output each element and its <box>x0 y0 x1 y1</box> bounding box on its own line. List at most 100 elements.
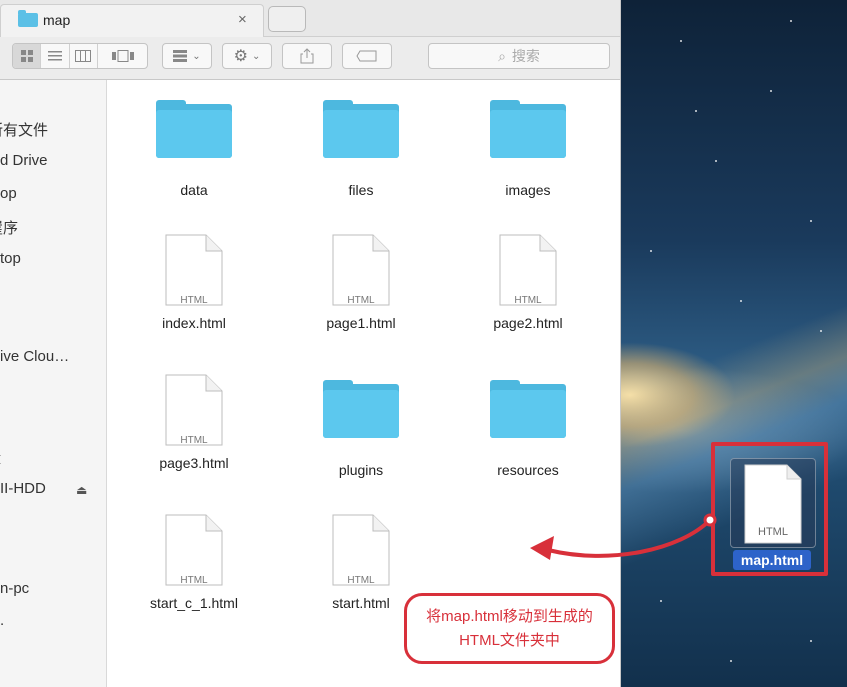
html-file-icon: HTML <box>164 233 224 307</box>
share-icon <box>300 48 314 64</box>
sidebar-item-label: . <box>0 612 5 629</box>
arrow-annotation <box>530 513 717 560</box>
sidebar-item-label: 崖序 <box>0 220 19 237</box>
star <box>770 90 772 92</box>
sidebar-item-label: II-HDD <box>0 480 46 497</box>
new-tab-button[interactable] <box>268 6 306 32</box>
folder-item-files[interactable]: files <box>291 100 431 198</box>
action-button[interactable]: ⚙ ⌄ <box>222 43 272 69</box>
sidebar-item-hdd[interactable]: II-HDD <box>0 480 46 497</box>
tag-icon <box>356 50 377 62</box>
sidebar-item-all-files[interactable]: 所有文件 <box>0 119 48 140</box>
folder-item-data[interactable]: data <box>124 100 264 198</box>
file-name: files <box>348 182 374 198</box>
chevron-down-icon: ⌄ <box>251 50 261 62</box>
file-name: page3.html <box>159 455 229 471</box>
html-file-icon: HTML <box>164 513 224 587</box>
file-name: plugins <box>338 462 384 478</box>
desktop-background <box>620 0 847 687</box>
sidebar-item-disk[interactable]: 盘 <box>0 447 1 468</box>
html-file-icon: HTML <box>164 373 224 447</box>
star <box>790 20 792 22</box>
folder-item-resources[interactable]: resources <box>458 380 598 478</box>
star <box>660 600 662 602</box>
sidebar-item-label: op <box>0 185 17 202</box>
star <box>740 300 742 302</box>
sidebar-item-more[interactable]: . <box>0 612 4 629</box>
toolbar: ⌄ ⚙ ⌄ ⌕ 搜索 <box>0 37 620 80</box>
search-placeholder: 搜索 <box>511 48 540 64</box>
html-file-icon: HTML <box>498 233 558 307</box>
finder-window: map × ⌄ ⚙ ⌄ ⌕ 搜索 有文件 d Drive op 序 top iv… <box>0 0 621 687</box>
file-item-start-c-1-html[interactable]: HTML start_c_1.html <box>124 513 264 611</box>
file-item-page3-html[interactable]: HTML page3.html <box>124 373 264 471</box>
html-badge: HTML <box>514 295 542 306</box>
file-name: start_c_1.html <box>150 595 238 611</box>
search-icon: ⌕ <box>498 47 506 64</box>
sidebar-item-desktop[interactable]: op <box>0 185 17 202</box>
sidebar-item-label: ive Clou… <box>0 348 70 365</box>
folder-icon <box>490 380 566 438</box>
star <box>820 330 822 332</box>
file-item-index-html[interactable]: HTML index.html <box>124 233 264 331</box>
html-badge: HTML <box>180 435 208 446</box>
html-badge: HTML <box>347 295 375 306</box>
annotation-callout: 将map.html移动到生成的HTML文件夹中 <box>404 593 615 664</box>
html-file-icon: HTML <box>331 233 391 307</box>
close-icon[interactable]: × <box>238 11 247 28</box>
file-name: resources <box>497 462 559 478</box>
star <box>650 250 652 252</box>
list-view-icon[interactable] <box>41 44 70 68</box>
star <box>810 640 812 642</box>
sidebar-item-label: n-pc <box>0 580 30 597</box>
file-name: page1.html <box>326 315 396 331</box>
view-mode-group <box>12 43 148 69</box>
folder-item-plugins[interactable]: plugins <box>291 380 431 478</box>
tab-map[interactable]: map × <box>0 4 264 37</box>
star <box>715 160 717 162</box>
icon-view-icon[interactable] <box>13 44 42 68</box>
tab-title: map <box>43 12 71 28</box>
star <box>680 40 682 42</box>
folder-icon <box>490 100 566 158</box>
sidebar-item-drive[interactable]: d Drive <box>0 152 48 169</box>
sidebar-item-applications[interactable]: 崖序 <box>0 217 18 238</box>
sidebar-item-laptop[interactable]: top <box>0 250 21 267</box>
arrange-button[interactable]: ⌄ <box>162 43 212 69</box>
folder-icon <box>323 100 399 158</box>
html-file-icon: HTML <box>331 513 391 587</box>
html-badge: HTML <box>180 575 208 586</box>
chevron-down-icon: ⌄ <box>192 50 201 62</box>
sidebar-item-pc[interactable]: n-pc <box>0 580 29 597</box>
column-view-icon[interactable] <box>70 44 99 68</box>
sidebar-item-icloud-drive[interactable]: ive Clou… <box>0 348 69 365</box>
tags-button[interactable] <box>342 43 392 69</box>
sidebar: 所有文件 d Drive op 崖序 top ive Clou… 盘 II-HD… <box>0 80 107 687</box>
sidebar-item-label: top <box>0 250 21 267</box>
folder-icon <box>156 100 232 158</box>
html-badge: HTML <box>347 575 375 586</box>
file-item-page2-html[interactable]: HTML page2.html <box>458 233 598 331</box>
star <box>695 110 697 112</box>
search-field[interactable]: ⌕ 搜索 <box>428 43 610 69</box>
file-name: index.html <box>162 315 226 331</box>
cover-flow-icon[interactable] <box>98 44 147 68</box>
file-name: data <box>180 182 208 198</box>
star <box>730 660 732 662</box>
file-item-page1-html[interactable]: HTML page1.html <box>291 233 431 331</box>
sidebar-item-label: d Drive <box>0 152 48 169</box>
gear-icon: ⚙ <box>233 48 248 65</box>
file-name: page2.html <box>493 315 563 331</box>
tab-bar: map × <box>0 0 620 37</box>
sidebar-item-label: 盘 <box>0 450 1 467</box>
html-badge: HTML <box>180 295 208 306</box>
folder-item-images[interactable]: images <box>458 100 598 198</box>
sidebar-item-label: 所有文件 <box>0 122 49 139</box>
share-button[interactable] <box>282 43 332 69</box>
file-name: images <box>505 182 551 198</box>
star <box>810 220 812 222</box>
folder-icon <box>323 380 399 438</box>
arrange-icon <box>173 50 188 62</box>
highlight-box <box>711 442 828 576</box>
eject-icon[interactable]: ⏏ <box>76 483 87 497</box>
